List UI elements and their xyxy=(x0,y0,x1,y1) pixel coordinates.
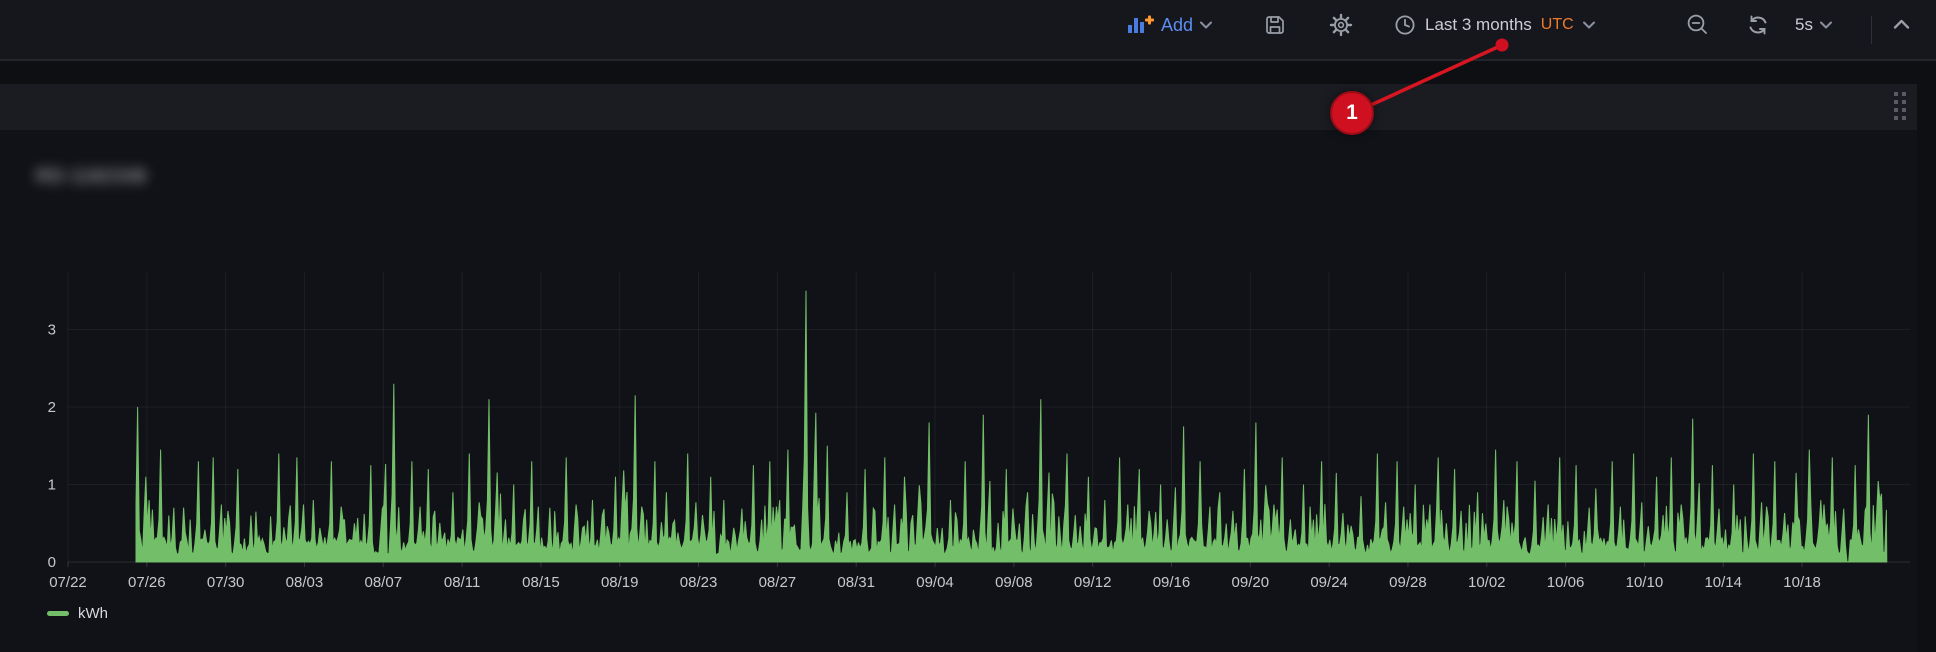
x-tick-label: 09/12 xyxy=(1074,574,1112,591)
kwh-area-series xyxy=(136,291,1887,562)
x-tick-label: 09/04 xyxy=(916,574,954,591)
x-tick-label: 09/16 xyxy=(1153,574,1191,591)
timeseries-chart[interactable]: 07/22 07/26 07/30 08/03 08/07 08/11 08/15 08/19… xyxy=(0,0,1936,652)
x-tick-label: 09/24 xyxy=(1310,574,1348,591)
y-tick-label: 0 xyxy=(48,554,56,571)
x-tick-label: 10/10 xyxy=(1626,574,1664,591)
grafana-dashboard: Add xyxy=(0,0,1936,652)
x-tick-label: 08/03 xyxy=(286,574,324,591)
x-tick-label: 07/30 xyxy=(207,574,245,591)
x-tick-label: 08/07 xyxy=(365,574,403,591)
y-tick-label: 3 xyxy=(48,322,56,339)
x-tick-label: 10/06 xyxy=(1547,574,1585,591)
annotation-number: 1 xyxy=(1346,101,1358,125)
x-tick-label: 07/26 xyxy=(128,574,166,591)
x-tick-label: 08/31 xyxy=(837,574,875,591)
x-tick-label: 08/27 xyxy=(759,574,797,591)
x-tick-label: 10/14 xyxy=(1704,574,1742,591)
x-tick-label: 07/22 xyxy=(49,574,87,591)
x-tick-label: 08/23 xyxy=(680,574,718,591)
x-tick-label: 10/02 xyxy=(1468,574,1506,591)
x-tick-label: 09/08 xyxy=(995,574,1033,591)
x-tick-label: 09/20 xyxy=(1232,574,1270,591)
y-tick-label: 1 xyxy=(48,477,56,494)
x-tick-label: 10/18 xyxy=(1783,574,1821,591)
x-tick-label: 08/19 xyxy=(601,574,639,591)
x-tick-label: 08/11 xyxy=(444,574,480,591)
x-tick-label: 08/15 xyxy=(522,574,560,591)
y-tick-label: 2 xyxy=(48,399,56,416)
annotation-badge: 1 xyxy=(1330,91,1374,135)
x-tick-label: 09/28 xyxy=(1389,574,1427,591)
